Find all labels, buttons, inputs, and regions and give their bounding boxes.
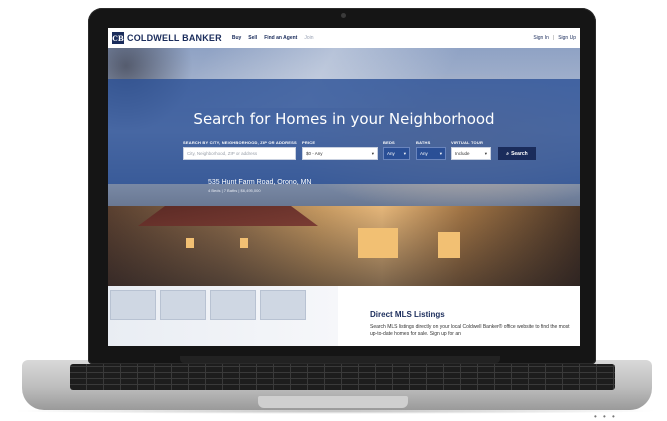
featured-listing-details: 4 Beds | 7 Baths | $6,495,000 [208,188,261,193]
browser-screen: CB COLDWELL BANKER Buy Sell Find an Agen… [108,28,580,346]
keyboard [70,364,615,390]
nav-separator: | [552,35,555,41]
listing-thumbnail[interactable] [210,290,256,320]
laptop-hinge [180,356,500,363]
search-button[interactable]: ⌕ Search [498,147,536,160]
nav-find-an-agent[interactable]: Find an Agent [264,35,297,41]
listing-thumbnail[interactable] [260,290,306,320]
nav-sell[interactable]: Sell [248,35,257,41]
location-search-input[interactable]: City, Neighborhood, ZIP or address [183,147,296,160]
beds-label: BEDS [383,140,395,145]
location-label: SEARCH BY CITY, NEIGHBORHOOD, ZIP OR ADD… [183,140,297,145]
virtual-tour-label: VIRTUAL TOUR [451,140,484,145]
brand-name[interactable]: COLDWELL BANKER [127,33,222,43]
chevron-down-icon: ▾ [439,150,442,156]
search-panel [108,79,580,184]
price-value: $0 - Any [306,151,323,156]
price-label: PRICE [302,140,316,145]
coldwell-banker-logo-icon[interactable]: CB [112,32,124,44]
beds-value: Any [387,151,395,156]
sign-up-link[interactable]: Sign Up [558,35,576,41]
baths-value: Any [420,151,428,156]
account-links: Sign In | Sign Up [533,35,576,41]
mls-section-body: Search MLS listings directly on your loc… [370,324,570,337]
chevron-down-icon: ▾ [484,150,487,156]
featured-listing-address[interactable]: 535 Hunt Farm Road, Orono, MN [208,179,312,186]
mansion-roof [138,206,318,226]
search-button-label: Search [511,150,528,157]
webcam-icon [341,13,346,18]
hero-title: Search for Homes in your Neighborhood [193,110,495,128]
ellipsis-icon: • • • [594,412,617,421]
virtual-tour-value: Include [455,151,470,156]
baths-select[interactable]: Any ▾ [416,147,446,160]
price-select[interactable]: $0 - Any ▾ [302,147,378,160]
lit-window [358,228,398,258]
listing-thumbnail[interactable] [110,290,156,320]
mls-section-title: Direct MLS Listings [370,310,445,319]
nav-join[interactable]: Join [304,35,313,41]
listing-thumbnail[interactable] [160,290,206,320]
top-navigation: CB COLDWELL BANKER Buy Sell Find an Agen… [108,28,580,48]
lit-window [438,232,460,258]
beds-select[interactable]: Any ▾ [383,147,410,160]
chevron-down-icon: ▾ [371,150,374,156]
virtual-tour-select[interactable]: Include ▾ [451,147,491,160]
chevron-down-icon: ▾ [403,150,406,156]
sign-in-link[interactable]: Sign In [533,35,549,41]
lit-window [240,238,248,248]
baths-label: BATHS [416,140,431,145]
lit-window [186,238,194,248]
search-icon: ⌕ [506,150,510,157]
trackpad [258,396,408,408]
nav-buy[interactable]: Buy [232,35,241,41]
